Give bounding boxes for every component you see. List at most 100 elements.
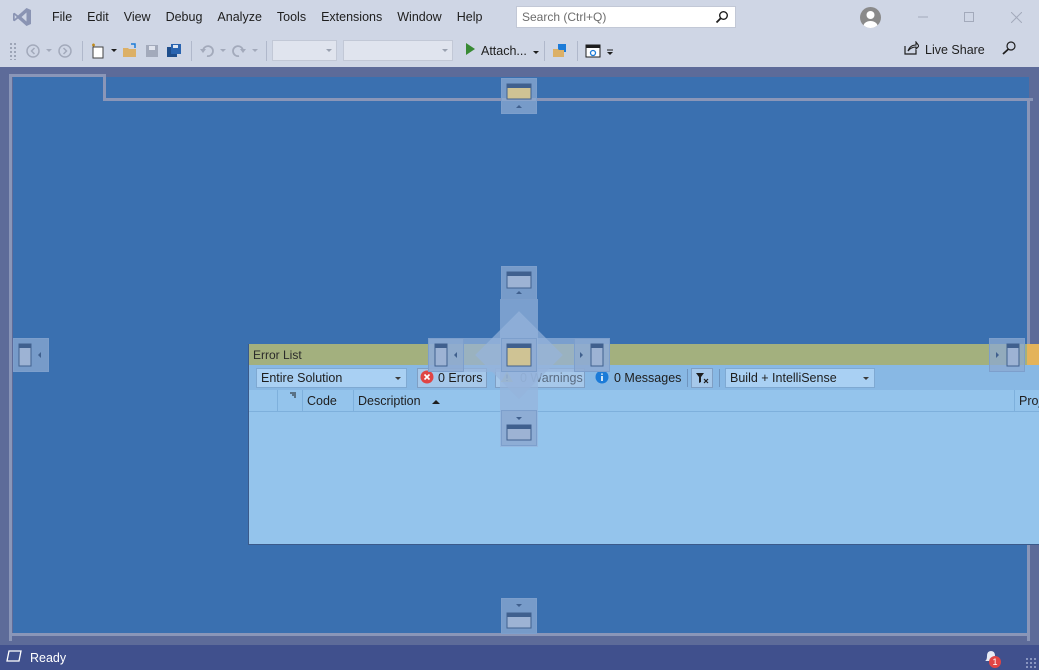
save-all-icon[interactable]	[164, 40, 184, 62]
messages-count: 0 Messages	[614, 371, 682, 385]
error-list-title: Error List	[253, 347, 302, 362]
live-share-button[interactable]: Live Share	[904, 40, 985, 58]
solution-configuration-dropdown[interactable]	[272, 40, 337, 61]
ready-status-icon	[6, 649, 22, 666]
toolbar-separator	[543, 40, 545, 61]
column-header-code[interactable]: Code	[302, 390, 353, 412]
menu-analyze[interactable]: Analyze	[209, 0, 268, 34]
error-list-panel: Error List Entire Solution 0 Errors 0 Wa…	[248, 344, 1039, 545]
menu-file[interactable]: File	[44, 0, 79, 34]
chevron-down-icon[interactable]	[45, 40, 53, 62]
toolbar-separator	[687, 369, 688, 387]
dock-bottom-icon	[506, 417, 532, 441]
filter-toggle-icon[interactable]	[691, 368, 713, 388]
new-project-icon[interactable]	[88, 40, 108, 62]
sort-ascending-icon	[432, 400, 441, 404]
title-bar: File Edit View Debug Analyze Tools Exten…	[0, 0, 1039, 34]
toolbar-separator	[576, 40, 578, 61]
menu-debug[interactable]: Debug	[158, 0, 210, 34]
dock-edge-right-button[interactable]	[989, 338, 1025, 372]
filter-icon	[290, 392, 296, 398]
tab-outline	[9, 74, 106, 80]
navigate-forward-icon[interactable]	[55, 40, 75, 62]
dock-right-icon	[580, 343, 604, 367]
attach-button[interactable]: Attach...	[465, 43, 539, 58]
errors-count: 0 Errors	[438, 371, 483, 385]
dock-edge-left-button[interactable]	[13, 338, 49, 372]
error-list-header: Code Description Proj	[249, 390, 1039, 412]
share-icon	[904, 40, 920, 58]
dock-outline-step	[103, 77, 106, 101]
close-button[interactable]	[993, 0, 1039, 34]
browse-folder-icon[interactable]	[550, 40, 570, 62]
toolbar-overflow-icon[interactable]	[605, 40, 615, 62]
dock-edge-top-button[interactable]	[501, 78, 537, 114]
notifications-bell-icon[interactable]: 1	[982, 649, 1002, 670]
menu-tools[interactable]: Tools	[269, 0, 313, 34]
error-list-title-bar[interactable]: Error List	[249, 344, 1039, 365]
chevron-down-icon[interactable]	[110, 40, 118, 62]
toolbar-separator	[719, 369, 720, 387]
chevron-down-icon[interactable]	[219, 40, 227, 62]
menu-extensions[interactable]: Extensions	[313, 0, 389, 34]
attach-label: Attach...	[481, 43, 527, 58]
search-placeholder: Search (Ctrl+Q)	[522, 10, 607, 24]
dock-edge-bottom-button[interactable]	[501, 598, 537, 634]
column-selector[interactable]	[277, 390, 303, 412]
dock-guide-bottom-button[interactable]	[501, 410, 537, 446]
menu-bar: File Edit View Debug Analyze Tools Exten…	[44, 0, 489, 34]
info-icon	[595, 370, 609, 387]
status-bar: Ready	[0, 645, 1039, 670]
toolbar-separator	[82, 40, 83, 61]
dock-outline-left	[9, 77, 12, 641]
notification-count-badge: 1	[989, 656, 1001, 668]
menu-edit[interactable]: Edit	[79, 0, 116, 34]
column-project-label: Proj	[1019, 394, 1039, 408]
chevron-down-icon	[532, 44, 539, 58]
status-text: Ready	[30, 650, 67, 665]
build-filter-dropdown[interactable]: Build + IntelliSense	[725, 368, 875, 388]
save-icon[interactable]	[142, 40, 162, 62]
open-file-icon[interactable]	[120, 40, 140, 62]
account-avatar-icon[interactable]	[860, 7, 881, 28]
dock-edge-left-icon	[18, 343, 41, 367]
live-share-label: Live Share	[925, 42, 985, 57]
menu-view[interactable]: View	[116, 0, 158, 34]
dock-outline-top	[103, 98, 1033, 101]
dock-edge-right-icon	[996, 343, 1020, 367]
minimize-button[interactable]	[900, 0, 946, 34]
toolbar-separator	[266, 40, 267, 61]
redo-icon[interactable]	[229, 40, 249, 62]
column-header-project[interactable]: Proj	[1014, 390, 1039, 412]
column-header-description[interactable]: Description	[353, 390, 1017, 412]
menu-help[interactable]: Help	[449, 0, 490, 34]
feedback-icon[interactable]	[1001, 40, 1017, 59]
search-icon	[715, 10, 729, 27]
resize-grip-icon[interactable]	[1025, 657, 1037, 669]
dock-guide-left-button[interactable]	[428, 338, 464, 372]
error-list-toolbar: Entire Solution 0 Errors 0 Warnings 0 Me…	[249, 365, 1039, 390]
menu-window[interactable]: Window	[389, 0, 448, 34]
search-input[interactable]: Search (Ctrl+Q)	[516, 6, 736, 28]
play-icon	[465, 43, 475, 58]
dock-guide-right-button[interactable]	[574, 338, 610, 372]
column-code-label: Code	[307, 394, 337, 408]
dock-guide-center-button[interactable]	[501, 338, 537, 372]
title-edge-accent	[1027, 344, 1039, 365]
browser-link-icon[interactable]	[583, 40, 603, 62]
chevron-down-icon[interactable]	[251, 40, 259, 62]
visual-studio-logo-icon	[0, 0, 44, 34]
navigate-back-icon[interactable]	[23, 40, 43, 62]
dock-tabbed-icon	[506, 343, 532, 367]
undo-icon[interactable]	[197, 40, 217, 62]
toolbar-grip[interactable]	[9, 41, 17, 60]
error-icon	[420, 370, 434, 387]
scope-value: Entire Solution	[261, 371, 343, 385]
scope-dropdown[interactable]: Entire Solution	[256, 368, 407, 388]
solution-platform-dropdown[interactable]	[343, 40, 453, 61]
dock-guide-top-button[interactable]	[501, 266, 537, 300]
standard-toolbar: Attach...	[0, 34, 1039, 67]
dock-edge-bottom-icon	[506, 604, 532, 629]
column-description-label: Description	[358, 394, 421, 408]
maximize-button[interactable]	[946, 0, 992, 34]
